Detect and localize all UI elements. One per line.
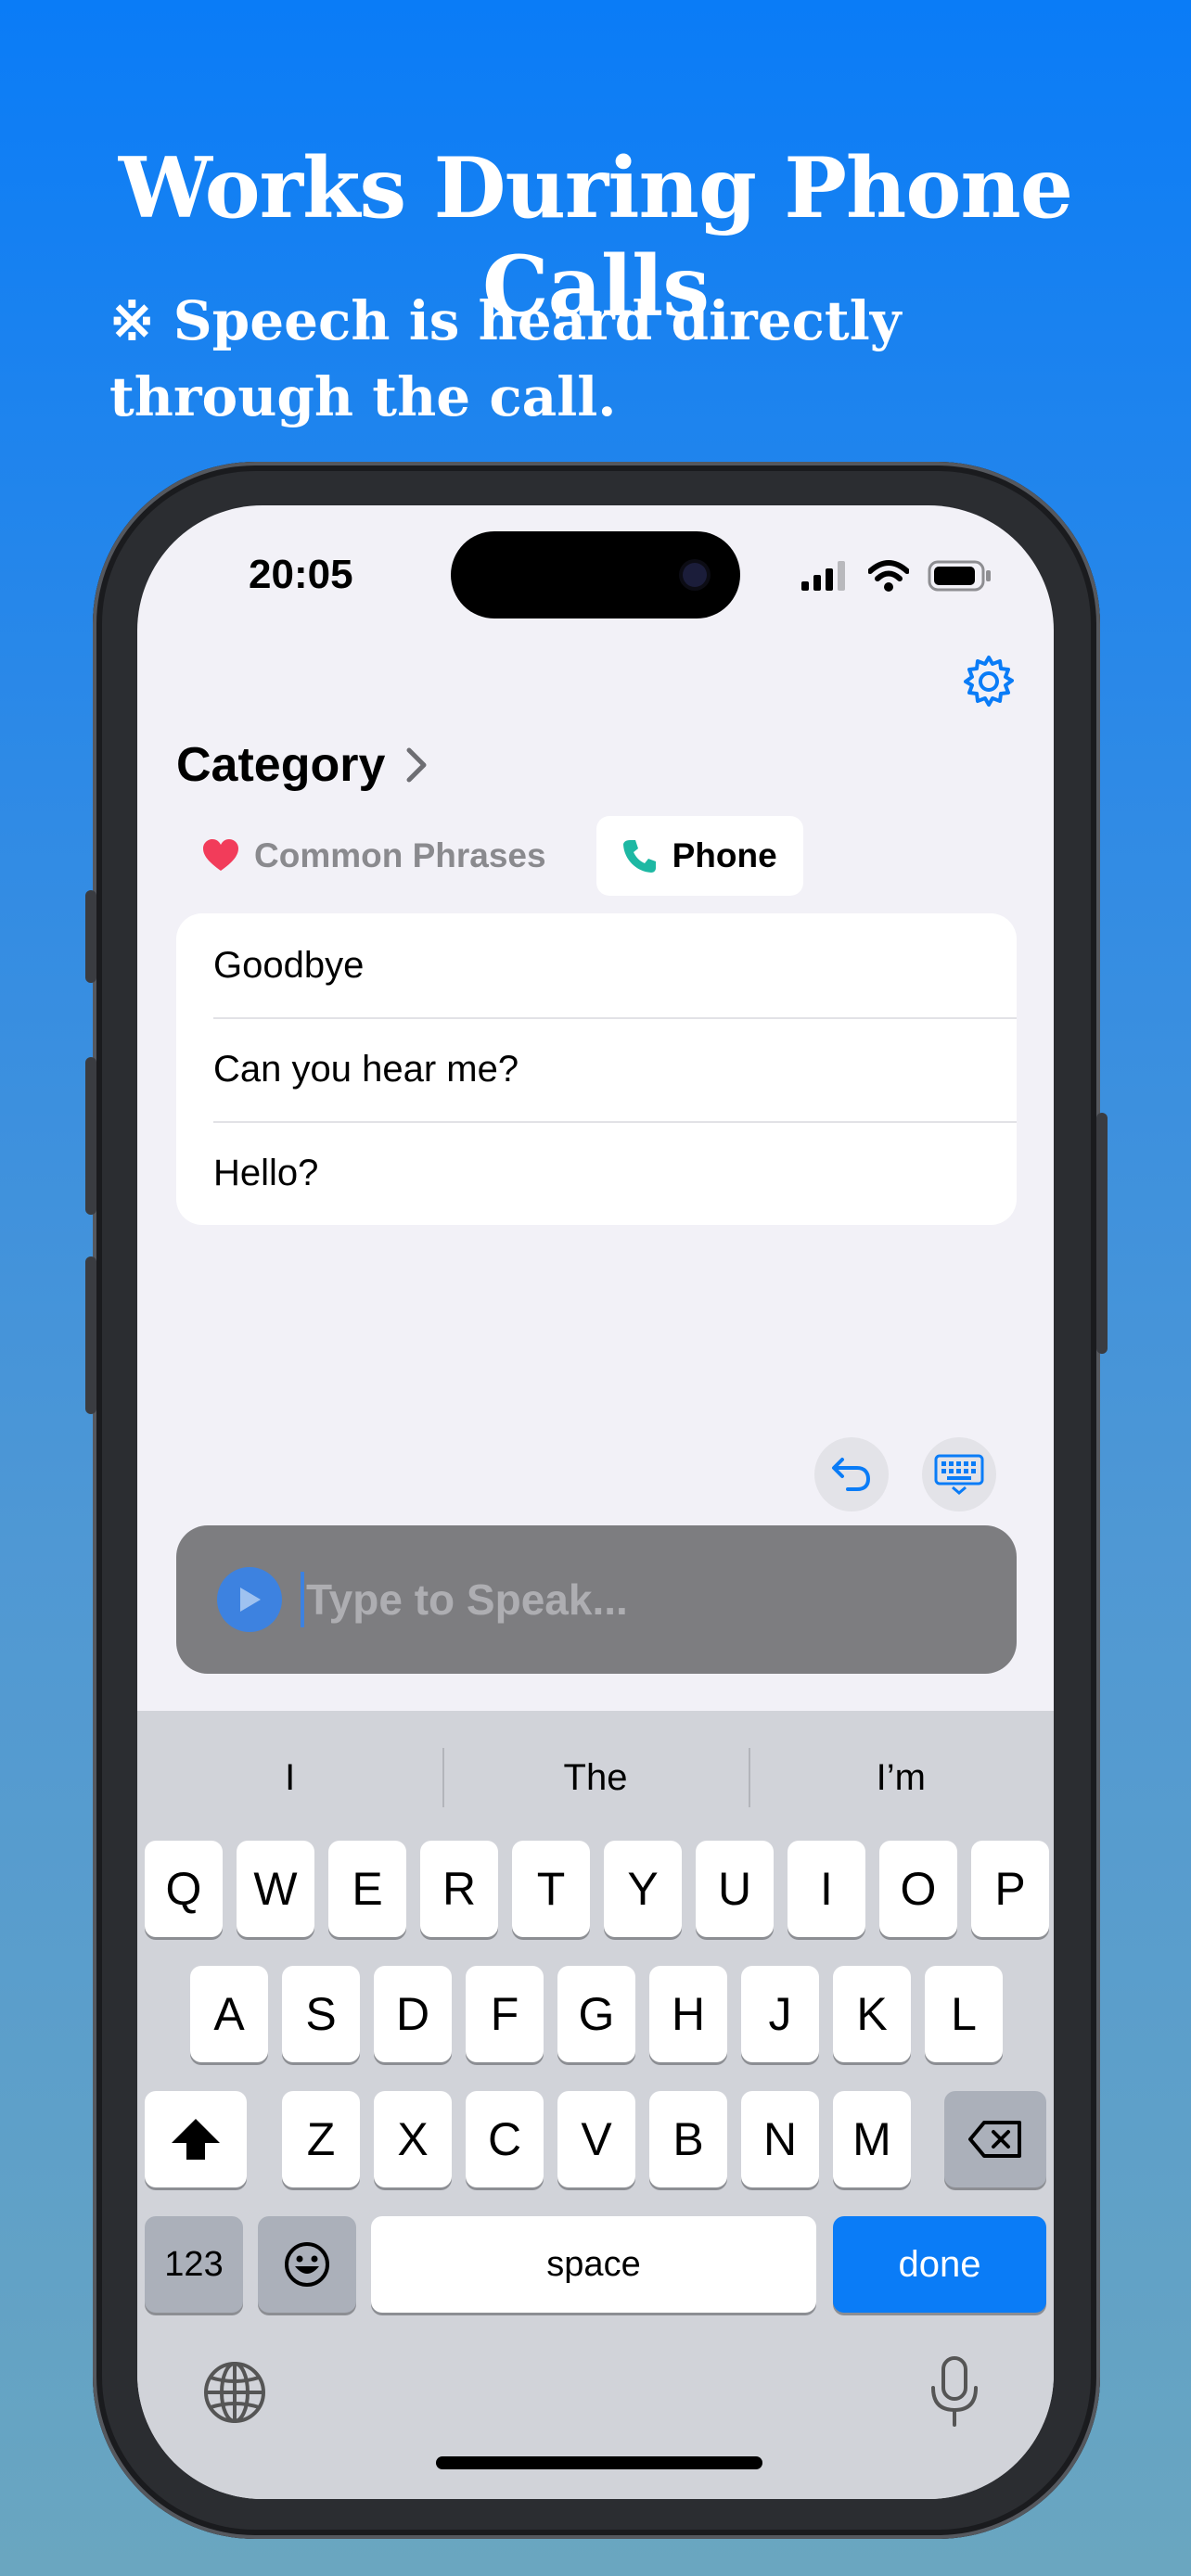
key[interactable]: X	[374, 2091, 452, 2187]
status-indicators	[801, 559, 992, 593]
key[interactable]: J	[741, 1966, 819, 2062]
phone-side-button	[1096, 1113, 1108, 1354]
space-key[interactable]: space	[371, 2216, 816, 2313]
keyboard-icon	[934, 1454, 984, 1495]
phrase-item[interactable]: Hello?	[176, 1121, 1017, 1225]
chevron-right-icon	[406, 747, 427, 783]
key[interactable]: F	[466, 1966, 544, 2062]
phrase-list: Goodbye Can you hear me? Hello?	[176, 913, 1017, 1225]
promo-subline: ※ Speech is heard directly through the c…	[109, 289, 902, 428]
key[interactable]: S	[282, 1966, 360, 2062]
category-header[interactable]: Category	[176, 737, 428, 793]
heart-icon	[203, 839, 238, 871]
phone-icon	[622, 840, 656, 873]
emoji-icon	[285, 2242, 329, 2287]
shift-icon	[172, 2119, 220, 2160]
gear-icon[interactable]	[961, 654, 1017, 709]
numbers-key[interactable]: 123	[145, 2216, 243, 2313]
key[interactable]: G	[557, 1966, 635, 2062]
key[interactable]: M	[833, 2091, 911, 2187]
delete-key[interactable]	[944, 2091, 1046, 2187]
key[interactable]: L	[925, 1966, 1003, 2062]
key[interactable]: A	[190, 1966, 268, 2062]
key[interactable]: I	[788, 1841, 865, 1937]
play-button[interactable]	[217, 1567, 282, 1632]
undo-button[interactable]	[814, 1437, 889, 1511]
key[interactable]: N	[741, 2091, 819, 2187]
speak-text-field[interactable]	[304, 1574, 957, 1626]
done-key[interactable]: done	[833, 2216, 1046, 2313]
backspace-icon	[968, 2121, 1021, 2158]
key[interactable]: Q	[145, 1841, 223, 1937]
phone-side-button	[85, 1057, 96, 1215]
cellular-signal-icon	[801, 561, 845, 591]
key[interactable]: C	[466, 2091, 544, 2187]
tab-common-phrases[interactable]: Common Phrases	[176, 816, 572, 896]
key[interactable]: P	[971, 1841, 1049, 1937]
undo-icon	[832, 1458, 871, 1491]
tab-label: Phone	[672, 836, 777, 874]
on-screen-keyboard: I The I’m Q W E R T Y U I O P A S D F G …	[137, 1711, 1054, 2499]
suggestion-item[interactable]: I’m	[748, 1729, 1054, 1826]
play-icon	[240, 1588, 261, 1612]
phone-side-button	[85, 1256, 96, 1414]
phrase-item[interactable]: Can you hear me?	[176, 1017, 1017, 1121]
tab-label: Common Phrases	[254, 836, 546, 874]
globe-icon[interactable]	[202, 2360, 267, 2425]
key[interactable]: E	[328, 1841, 406, 1937]
status-time: 20:05	[249, 552, 353, 597]
category-label: Category	[176, 738, 386, 792]
emoji-key[interactable]	[258, 2216, 356, 2313]
keyboard-toggle-button[interactable]	[922, 1437, 996, 1511]
phrase-item[interactable]: Goodbye	[176, 913, 1017, 1017]
key[interactable]: D	[374, 1966, 452, 2062]
category-tabs: Common Phrases Phone	[176, 816, 803, 896]
key[interactable]: B	[649, 2091, 727, 2187]
wifi-icon	[868, 560, 909, 592]
phone-screen: 20:05 Category Common Phrases Phone Good…	[137, 505, 1054, 2499]
key[interactable]: R	[420, 1841, 498, 1937]
suggestion-item[interactable]: I	[137, 1729, 442, 1826]
dynamic-island	[451, 531, 740, 618]
shift-key[interactable]	[145, 2091, 247, 2187]
key[interactable]: V	[557, 2091, 635, 2187]
key[interactable]: W	[237, 1841, 314, 1937]
predictive-bar: I The I’m	[137, 1729, 1054, 1826]
microphone-icon[interactable]	[929, 2356, 980, 2429]
key[interactable]: T	[512, 1841, 590, 1937]
key[interactable]: K	[833, 1966, 911, 2062]
key[interactable]: U	[696, 1841, 774, 1937]
tab-phone[interactable]: Phone	[596, 816, 803, 896]
suggestion-item[interactable]: The	[442, 1729, 748, 1826]
key[interactable]: H	[649, 1966, 727, 2062]
key[interactable]: Y	[604, 1841, 682, 1937]
key[interactable]: Z	[282, 2091, 360, 2187]
home-indicator	[436, 2456, 762, 2469]
phone-side-button	[85, 890, 96, 983]
speak-input-bar[interactable]	[176, 1525, 1017, 1674]
battery-icon	[928, 560, 991, 592]
camera-icon	[683, 563, 707, 587]
key[interactable]: O	[879, 1841, 957, 1937]
